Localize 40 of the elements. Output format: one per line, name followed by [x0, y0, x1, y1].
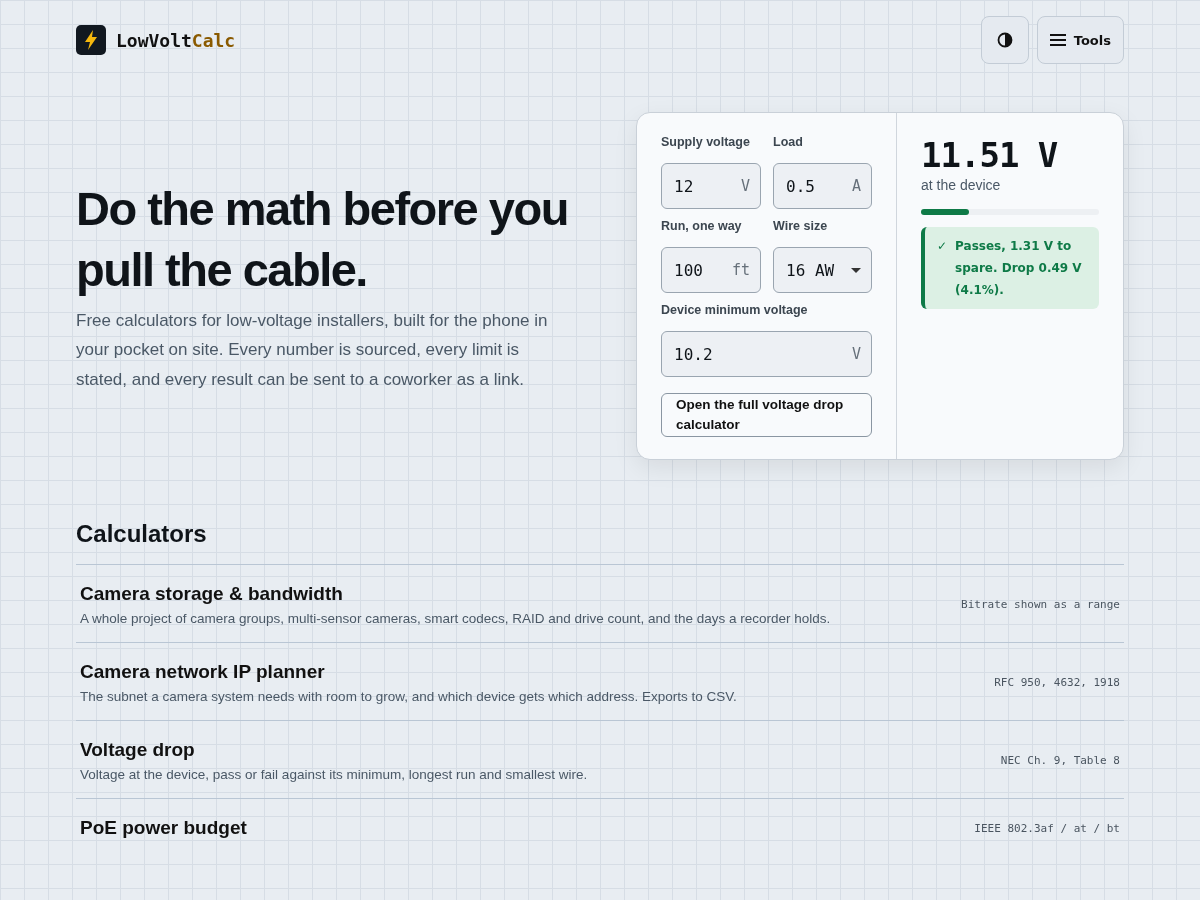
field-label: Load: [773, 135, 804, 151]
calculator-description: The subnet a camera system needs with room to grow, and which device gets which address. Exports to CSV.: [80, 689, 737, 704]
input-field[interactable]: 100 ft: [661, 247, 761, 293]
lightning-bolt-icon: [76, 25, 106, 55]
calculator-link[interactable]: Camera network IP planner: [80, 661, 325, 683]
hero-intro: Free calculators for low-voltage installers, built for the phone in your pocket on site. Every number is sourced, every limit is stated, and every result can be sent to a coworker as a link.: [76, 309, 549, 391]
field-label: Wire size: [773, 219, 829, 235]
calculator-link[interactable]: PoE power budget: [80, 817, 247, 839]
tools-menu-button[interactable]: Tools: [1036, 16, 1124, 64]
calculator-link[interactable]: Camera storage & bandwidth: [80, 583, 343, 605]
field-label: Device minimum voltage: [661, 303, 809, 319]
field-label: Run, one way: [661, 219, 743, 235]
hero-heading: Do the math before you pull the cable.: [76, 180, 569, 298]
calculator-description: Voltage at the device, pass or fail against its minimum, longest run and smallest wire.: [80, 767, 588, 782]
check-mark: ✓: [937, 238, 948, 255]
input-field[interactable]: 12 V: [661, 163, 761, 209]
unit-label: A: [851, 177, 861, 195]
source-note: NEC Ch. 9, Table 8: [1000, 754, 1120, 767]
source-note: IEEE 802.3af / at / bt: [974, 821, 1120, 835]
section-heading: Calculators: [76, 520, 208, 548]
caret-icon: [851, 267, 861, 273]
calculator-description: A whole project of camera groups, multi-sensor cameras, smart codecs, RAID and drive count, and the days a recorder holds.: [80, 611, 831, 626]
result-caption: at the device: [921, 177, 1002, 193]
unit-label: V: [851, 345, 861, 363]
field-label: Supply voltage: [661, 135, 751, 151]
unit-label: V: [740, 177, 750, 195]
input-field[interactable]: 0.5 A: [773, 163, 872, 209]
input-field[interactable]: 10.2 V: [661, 331, 872, 377]
status-text: Passes, 1.31 V to spare. Drop 0.49 V (4.1%).: [955, 238, 1083, 299]
menu-icon: [1049, 34, 1066, 46]
result-voltage: 11.51 V: [921, 135, 1059, 175]
source-note: RFC 950, 4632, 1918: [994, 676, 1120, 689]
theme-toggle-button[interactable]: [980, 16, 1029, 64]
source-note: Bitrate shown as a range: [961, 598, 1120, 611]
open-calculator-button[interactable]: Open the full voltage drop calculator: [661, 393, 872, 437]
logo-text[interactable]: LowVoltCalc: [116, 29, 236, 51]
calculator-link[interactable]: Voltage drop: [80, 739, 195, 761]
wire-size-select[interactable]: 16 AW: [773, 247, 872, 293]
contrast-icon: [996, 32, 1013, 48]
unit-label: ft: [731, 261, 750, 279]
